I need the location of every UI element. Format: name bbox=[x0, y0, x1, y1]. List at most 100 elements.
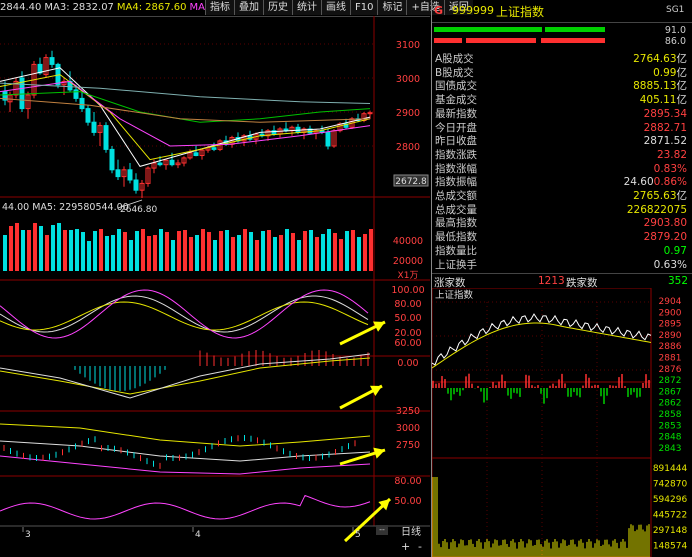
info-number: 0.97 bbox=[663, 244, 687, 257]
volume-bar bbox=[171, 240, 175, 271]
ma-item: MA4: bbox=[116, 2, 143, 13]
info-value: 0.99亿 bbox=[653, 67, 687, 79]
toolbar-button[interactable]: 统计 bbox=[292, 0, 321, 15]
price-axis-label: 3000 bbox=[396, 74, 420, 85]
volume-bar bbox=[123, 232, 127, 271]
indicator-axis-label: 3250 bbox=[396, 406, 420, 417]
info-label: B股成交 bbox=[435, 66, 474, 79]
info-row: 指数量比 0.97 bbox=[433, 245, 691, 257]
info-row: 最高指数 2903.80 bbox=[433, 217, 691, 229]
stock-code: 999999 bbox=[452, 4, 494, 17]
info-number: 24.60 bbox=[623, 176, 654, 189]
info-row: 国债成交 8885.13亿 bbox=[433, 80, 691, 92]
volume-bar bbox=[33, 223, 37, 271]
macd-dea-line bbox=[0, 357, 371, 395]
info-row: B股成交 0.99亿 bbox=[433, 67, 691, 79]
info-number: 405.11 bbox=[639, 94, 677, 107]
volume-bar bbox=[297, 240, 301, 271]
info-number: 2882.71 bbox=[643, 121, 687, 134]
ma-line-magenta bbox=[0, 80, 371, 147]
volume-bar bbox=[285, 229, 289, 271]
buy-ratio-bar-2 bbox=[545, 27, 605, 32]
info-label: 国债成交 bbox=[435, 80, 477, 93]
intraday-mini-chart[interactable]: 上证指数 29042900 289528902886 2881287628722867… bbox=[432, 288, 692, 557]
mini-price-label: 2895 bbox=[659, 320, 682, 330]
info-label: 指数量比 bbox=[435, 244, 477, 257]
rise-count: 1213 bbox=[538, 275, 565, 287]
kline-chart-area[interactable]: 31003000290028002672.82646.8044.00 MA5: … bbox=[0, 16, 430, 557]
info-number: 2879.20 bbox=[643, 231, 687, 244]
info-label: 最新指数 bbox=[435, 107, 477, 120]
mini-price-label: 2890 bbox=[659, 331, 682, 341]
volume-bar bbox=[327, 229, 331, 271]
volume-bar bbox=[279, 235, 283, 271]
mini-title: 上证指数 bbox=[435, 289, 474, 301]
period-label[interactable]: 日线 bbox=[401, 523, 426, 538]
indicator-axis-label: 50.00 bbox=[394, 313, 421, 324]
toolbar-button[interactable]: 指标 bbox=[205, 0, 234, 15]
candle-body bbox=[109, 148, 115, 171]
price-axis-label: 2800 bbox=[396, 142, 420, 153]
volume-bar bbox=[105, 236, 109, 271]
zoom-out-button[interactable]: - bbox=[418, 540, 428, 553]
indicator-axis-label: 100.00 bbox=[391, 285, 424, 296]
candle-body bbox=[133, 179, 139, 191]
volume-axis-label: 40000 bbox=[393, 236, 423, 247]
toolbar-button[interactable]: 标记 bbox=[377, 0, 407, 15]
info-unit: 0.86% bbox=[653, 176, 687, 189]
indicator-axis-label: 80.00 bbox=[394, 476, 421, 487]
breadth-row: 涨家数 1213 跌家数 352 bbox=[432, 273, 692, 289]
mini-volume-label: 594296 bbox=[653, 495, 688, 505]
collapse-button[interactable]: -- bbox=[376, 525, 388, 535]
sell-ratio-bar-2 bbox=[466, 38, 536, 43]
ma-item: 2867.60 bbox=[145, 2, 187, 13]
mini-price-label: 2843 bbox=[659, 444, 682, 454]
info-number: 0.63% bbox=[653, 258, 687, 271]
ma-line-yellow bbox=[0, 74, 371, 161]
info-value: 2895.34 bbox=[644, 108, 687, 120]
toolbar-button[interactable]: 画线 bbox=[321, 0, 350, 15]
intraday-avg-line bbox=[432, 322, 652, 369]
price-axis-label: 3100 bbox=[396, 40, 420, 51]
toolbar-button[interactable]: 叠加 bbox=[234, 0, 263, 15]
mini-volume-label: 742870 bbox=[653, 480, 688, 490]
info-number: 8885.13 bbox=[633, 80, 677, 93]
info-row: 指数涨幅 0.83% bbox=[433, 163, 691, 175]
info-label: 总成交额 bbox=[435, 190, 477, 202]
intraday-price-line bbox=[432, 313, 652, 366]
volume-bar bbox=[141, 229, 145, 271]
info-value: 2764.63亿 bbox=[633, 53, 687, 65]
volume-bar bbox=[183, 230, 187, 271]
boll-upper-line bbox=[0, 423, 371, 447]
info-unit: 亿 bbox=[676, 80, 688, 93]
info-label: 基金成交 bbox=[435, 94, 477, 107]
toolbar-button[interactable]: 历史 bbox=[263, 0, 292, 15]
info-value: 0.63% bbox=[654, 259, 687, 271]
indicator-axis-label: 60.00 bbox=[394, 338, 421, 349]
volume-bar bbox=[339, 239, 343, 271]
volume-bar bbox=[75, 229, 79, 271]
current-price-label: 2672.8 bbox=[395, 177, 427, 187]
info-value: 23.82 bbox=[657, 149, 687, 161]
info-row: 指数涨跌 23.82 bbox=[433, 149, 691, 161]
candle-body bbox=[73, 89, 79, 99]
mini-price-label: 2867 bbox=[659, 387, 682, 397]
zoom-in-button[interactable]: + bbox=[401, 540, 411, 553]
info-value: 0.97 bbox=[664, 245, 687, 257]
mini-volume-label: 891444 bbox=[653, 464, 688, 474]
volume-bar bbox=[363, 234, 367, 271]
volume-bar bbox=[81, 232, 85, 271]
mini-price-label: 2848 bbox=[659, 433, 682, 443]
volume-bar bbox=[153, 235, 157, 271]
info-label: 指数振幅 bbox=[435, 176, 477, 189]
volume-bar bbox=[261, 231, 265, 271]
candle-body bbox=[79, 97, 85, 110]
volume-bar bbox=[189, 237, 193, 271]
info-label: 上证换手 bbox=[435, 258, 477, 271]
rsi-line bbox=[0, 494, 371, 520]
stock-tag: SG1 bbox=[666, 5, 685, 15]
info-row: A股成交 2764.63亿 bbox=[433, 53, 691, 65]
indicator-axis-label: 3000 bbox=[396, 423, 420, 434]
toolbar-button[interactable]: F10 bbox=[350, 0, 378, 15]
sell-ratio-value: 86.0 bbox=[664, 36, 686, 47]
